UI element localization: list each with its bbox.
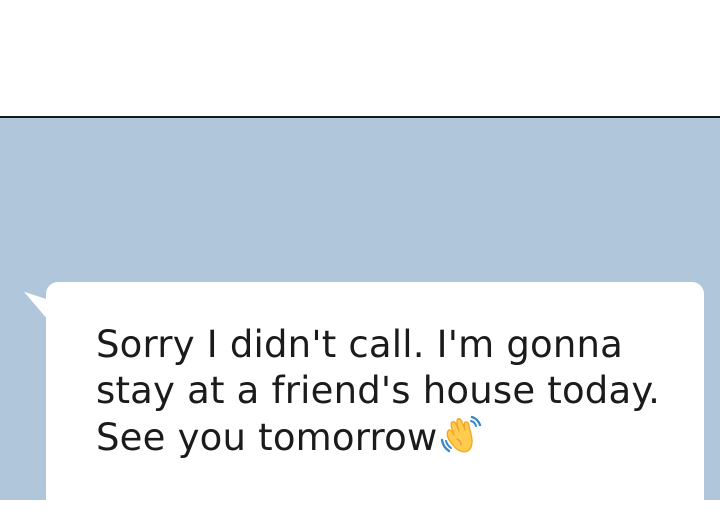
message-text: Sorry I didn't call. I'm gonna stay at a… [96, 322, 696, 461]
top-blank-area [0, 0, 720, 116]
waving-hand-icon [439, 414, 483, 456]
message-line-1: Sorry I didn't call. I'm gonna [96, 323, 624, 366]
message-line-2: stay at a friend's house today. [96, 369, 661, 412]
message-line-3: See you tomorrow [96, 416, 438, 459]
